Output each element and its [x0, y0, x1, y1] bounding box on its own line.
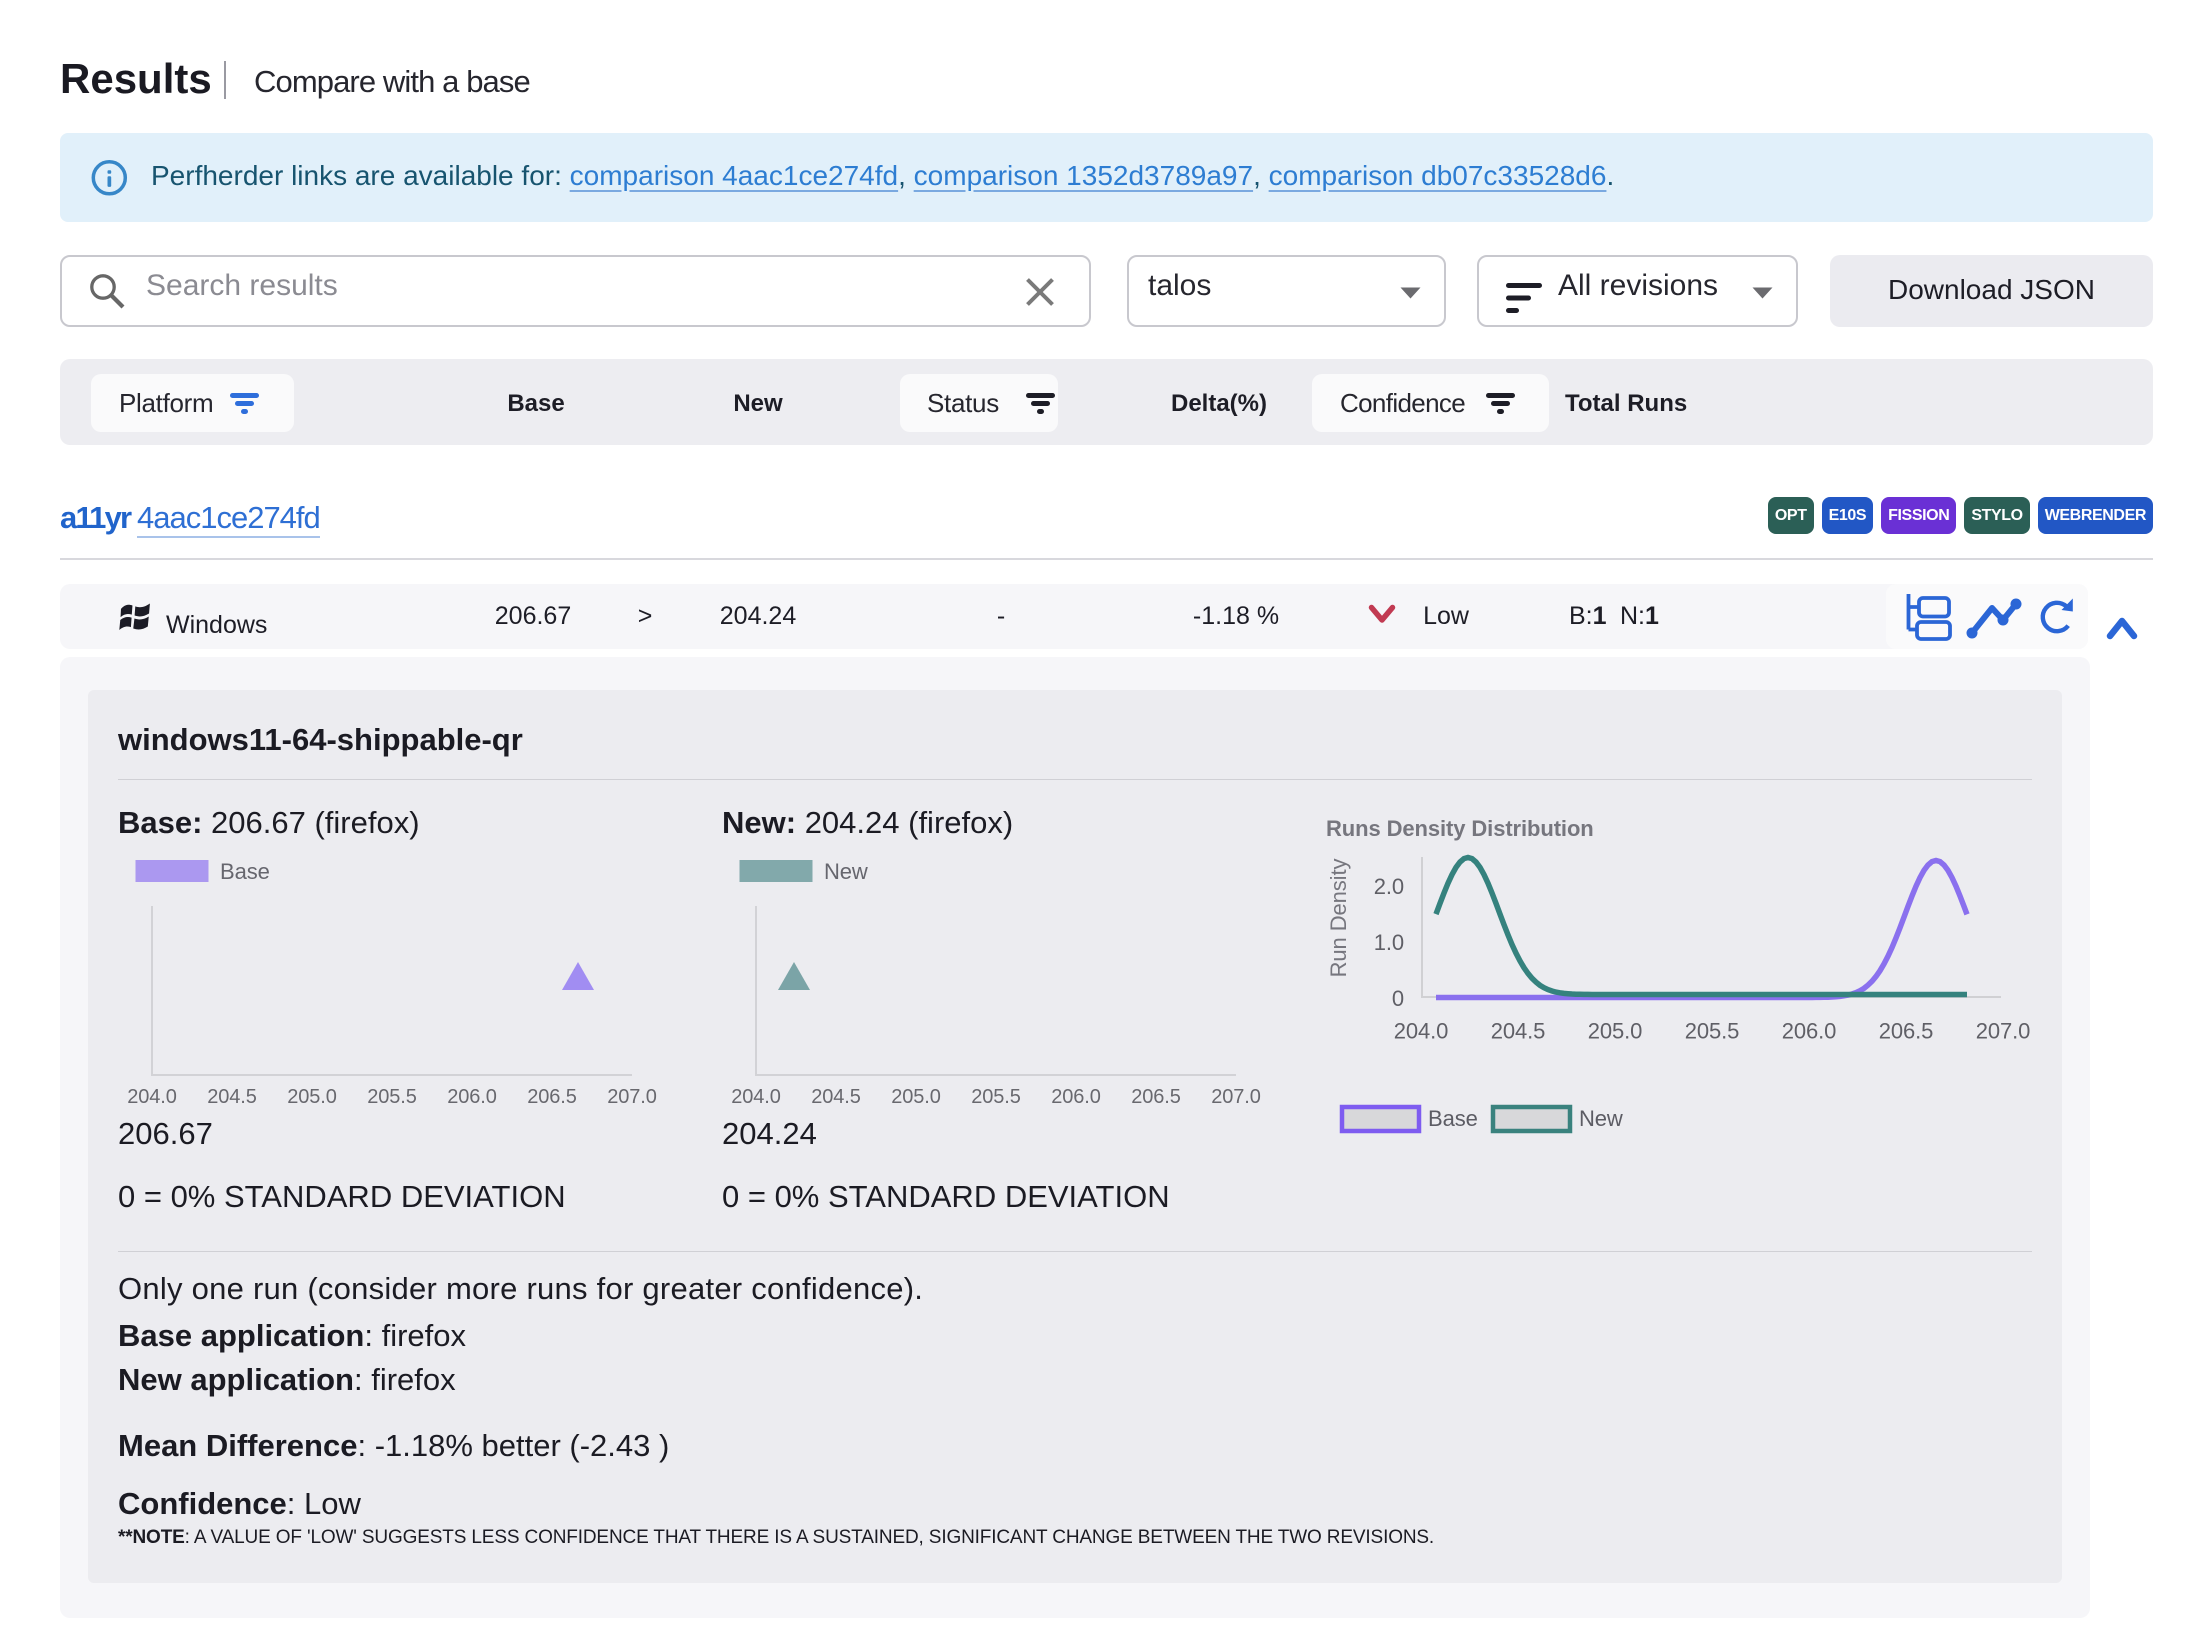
svg-text:1.0: 1.0	[1374, 930, 1404, 955]
svg-text:Runs Density Distribution: Runs Density Distribution	[1326, 816, 1594, 841]
svg-text:206.5: 206.5	[1879, 1019, 1934, 1044]
svg-text:206.0: 206.0	[1051, 1086, 1101, 1108]
svg-text:204.0: 204.0	[731, 1086, 781, 1108]
svg-text:204.5: 204.5	[811, 1086, 861, 1108]
svg-text:205.0: 205.0	[891, 1086, 941, 1108]
svg-text:Base: Base	[220, 859, 270, 884]
svg-text:204.5: 204.5	[1491, 1019, 1546, 1044]
svg-text:205.5: 205.5	[971, 1086, 1021, 1108]
svg-text:204.0: 204.0	[127, 1086, 177, 1108]
svg-text:Run Density: Run Density	[1326, 859, 1351, 978]
svg-text:206.0: 206.0	[1782, 1019, 1837, 1044]
svg-text:205.5: 205.5	[367, 1086, 417, 1108]
svg-text:205.5: 205.5	[1685, 1019, 1740, 1044]
svg-text:Base: Base	[1428, 1106, 1478, 1131]
svg-text:207.0: 207.0	[607, 1086, 657, 1108]
svg-text:206.5: 206.5	[1131, 1086, 1181, 1108]
svg-text:206.5: 206.5	[527, 1086, 577, 1108]
svg-text:207.0: 207.0	[1211, 1086, 1261, 1108]
svg-text:204.0: 204.0	[1394, 1019, 1449, 1044]
svg-text:204.5: 204.5	[207, 1086, 257, 1108]
svg-text:0: 0	[1392, 986, 1404, 1011]
svg-text:207.0: 207.0	[1976, 1019, 2031, 1044]
svg-text:New: New	[1579, 1106, 1623, 1131]
svg-text:206.0: 206.0	[447, 1086, 497, 1108]
svg-text:New: New	[824, 859, 868, 884]
svg-text:2.0: 2.0	[1374, 874, 1404, 899]
svg-text:205.0: 205.0	[287, 1086, 337, 1108]
svg-text:205.0: 205.0	[1588, 1019, 1643, 1044]
